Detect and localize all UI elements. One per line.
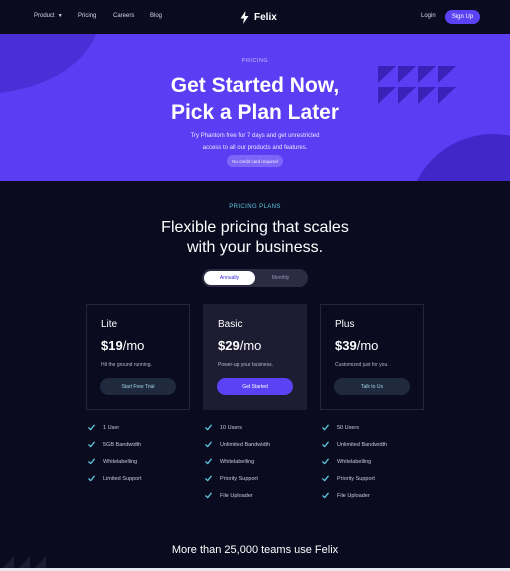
plan-price-amount: $39: [335, 338, 357, 353]
feature-list-plus: 50 Users Unlimited Bandwidth Whitelabellin…: [322, 419, 432, 504]
check-icon: [205, 441, 212, 448]
plan-description: Customized just for you.: [335, 362, 389, 368]
check-icon: [205, 458, 212, 465]
feature-label: File Uploader: [220, 492, 253, 499]
hero-decor-blob: [408, 134, 510, 181]
no-credit-card-badge: No credit card required: [227, 155, 283, 167]
feature-item: File Uploader: [205, 487, 315, 504]
brand-logo[interactable]: Felix: [240, 10, 277, 24]
nav-pricing[interactable]: Pricing: [78, 13, 96, 19]
feature-item: Whitelabelling: [88, 453, 198, 470]
hero-section: PRICING Get Started Now, Pick a Plan Lat…: [0, 34, 510, 181]
talk-to-us-button[interactable]: Talk to Us: [334, 378, 410, 395]
feature-item: 10 Users: [205, 419, 315, 436]
check-icon: [205, 475, 212, 482]
plan-price-period: /mo: [356, 338, 379, 353]
hero-title-line: Get Started Now,: [170, 74, 340, 97]
teams-count-heading: More than 25,000 teams use Felix: [171, 544, 339, 556]
feature-item: Priority Support: [322, 470, 432, 487]
feature-label: Unlimited Bandwidth: [337, 441, 388, 448]
plan-price: $29/mo: [218, 338, 261, 353]
plan-description: Power-up your business.: [218, 362, 274, 368]
billing-toggle: Annually Monthly: [202, 269, 308, 287]
feature-label: 5GB Bandwidth: [103, 441, 142, 448]
plan-price-amount: $19: [101, 338, 123, 353]
check-icon: [88, 441, 95, 448]
feature-item: Whitelabelling: [205, 453, 315, 470]
feature-item: Limited Support: [88, 470, 198, 487]
feature-label: 1 User: [103, 424, 120, 431]
feature-item: 5GB Bandwidth: [88, 436, 198, 453]
check-icon: [322, 424, 329, 431]
feature-label: Whitelabelling: [337, 458, 372, 465]
check-icon: [322, 458, 329, 465]
signup-button[interactable]: Sign Up: [445, 10, 480, 24]
check-icon: [88, 475, 95, 482]
hero-title: Get Started Now, Pick a Plan Later: [0, 72, 510, 126]
nav-blog[interactable]: Blog: [150, 13, 162, 19]
feature-label: Whitelabelling: [220, 458, 255, 465]
feature-item: File Uploader: [322, 487, 432, 504]
check-icon: [322, 475, 329, 482]
feature-item: Priority Support: [205, 470, 315, 487]
hero-subtitle: Try Phantom free for 7 days and get unre…: [175, 130, 335, 154]
hero-subtitle-line: Try Phantom free for 7 days and get unre…: [190, 133, 320, 139]
plan-price-period: /mo: [239, 338, 262, 353]
feature-label: Priority Support: [337, 475, 375, 482]
pricing-title-line: with your business.: [186, 239, 324, 256]
plan-name: Lite: [101, 319, 118, 330]
check-icon: [322, 492, 329, 499]
feature-label: Limited Support: [103, 475, 142, 482]
plan-name: Plus: [335, 319, 355, 330]
feature-label: Priority Support: [220, 475, 258, 482]
feature-item: 1 User: [88, 419, 198, 436]
feature-label: Unlimited Bandwidth: [220, 441, 271, 448]
hero-eyebrow: PRICING: [241, 58, 269, 64]
plan-card-lite: Lite $19/mo Hit the ground running. Star…: [86, 304, 190, 410]
check-icon: [88, 458, 95, 465]
feature-list-lite: 1 User 5GB Bandwidth Whitelabelling Limited…: [88, 419, 198, 487]
feature-list-basic: 10 Users Unlimited Bandwidth Whitelabellin…: [205, 419, 315, 504]
hero-subtitle-line: access to all our products and features.: [202, 145, 308, 151]
plan-price-amount: $29: [218, 338, 240, 353]
feature-label: 50 Users: [337, 424, 360, 431]
lightning-bolt-icon: [240, 10, 249, 24]
toggle-annually[interactable]: Annually: [204, 271, 255, 285]
nav-careers[interactable]: Careers: [113, 13, 134, 19]
top-nav: Product ▼ Pricing Careers Blog Felix Logi…: [0, 0, 510, 34]
feature-item: Unlimited Bandwidth: [322, 436, 432, 453]
feature-label: 10 Users: [220, 424, 243, 431]
plan-card-plus: Plus $39/mo Customized just for you. Tal…: [320, 304, 424, 410]
pricing-eyebrow: PRICING PLANS: [229, 204, 281, 210]
plan-description: Hit the ground running.: [101, 362, 152, 368]
start-free-trial-button[interactable]: Start Free Trial: [100, 378, 176, 395]
feature-label: File Uploader: [337, 492, 370, 499]
nav-product-label: Product: [34, 13, 55, 19]
feature-label: Whitelabelling: [103, 458, 138, 465]
plan-card-basic: Basic $29/mo Power-up your business. Get…: [203, 304, 307, 410]
get-started-button[interactable]: Get Started: [217, 378, 293, 395]
hero-title-line: Pick a Plan Later: [170, 101, 340, 124]
chevron-down-icon: ▼: [57, 13, 63, 19]
plan-price: $19/mo: [101, 338, 144, 353]
toggle-monthly[interactable]: Monthly: [255, 271, 306, 285]
check-icon: [205, 424, 212, 431]
feature-item: Whitelabelling: [322, 453, 432, 470]
brand-name: Felix: [254, 11, 277, 23]
pricing-title-line: Flexible pricing that scales: [161, 219, 349, 236]
login-link[interactable]: Login: [421, 13, 436, 19]
plan-name: Basic: [218, 319, 243, 330]
check-icon: [205, 492, 212, 499]
nav-product[interactable]: Product ▼: [34, 13, 63, 19]
feature-item: 50 Users: [322, 419, 432, 436]
plan-price: $39/mo: [335, 338, 378, 353]
plan-price-period: /mo: [122, 338, 145, 353]
pricing-title: Flexible pricing that scales with your b…: [0, 218, 510, 258]
check-icon: [88, 424, 95, 431]
check-icon: [322, 441, 329, 448]
feature-item: Unlimited Bandwidth: [205, 436, 315, 453]
